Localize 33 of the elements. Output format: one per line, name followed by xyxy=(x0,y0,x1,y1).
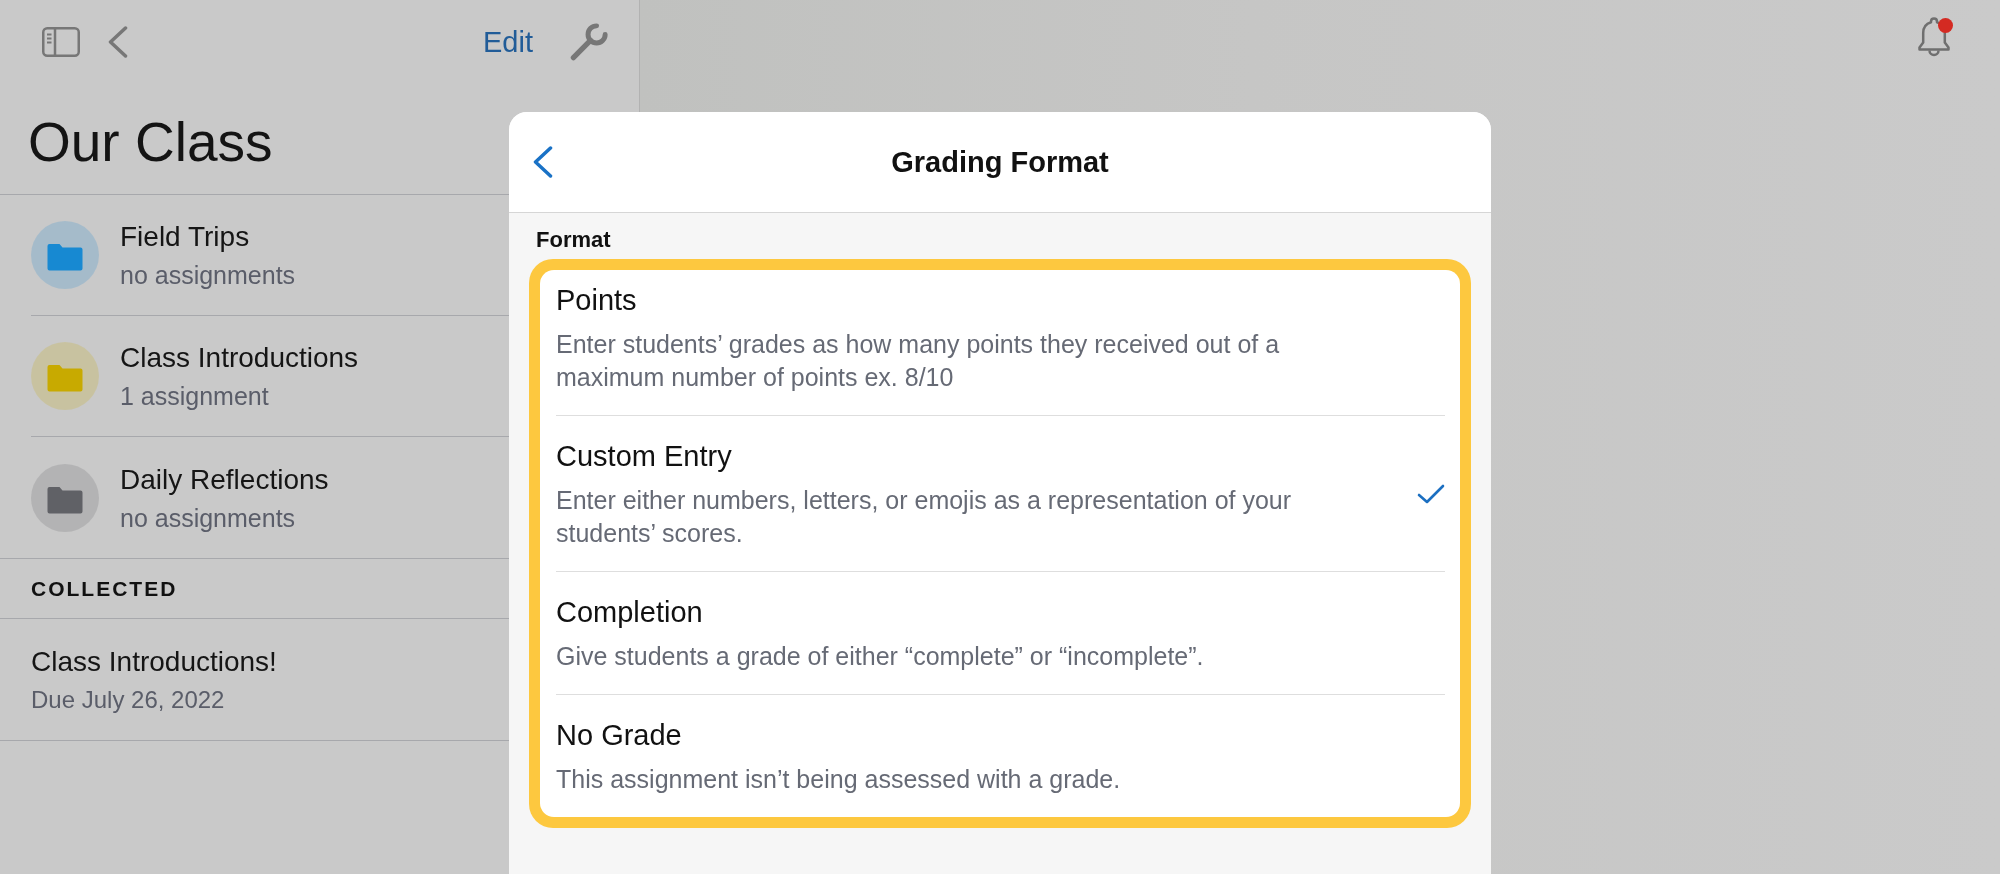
folder-name: Class Introductions xyxy=(120,341,359,375)
option-description: Give students a grade of either “complete” or “incomplete”. xyxy=(556,641,1205,672)
folder-icon xyxy=(31,342,99,410)
option-title: Completion xyxy=(556,595,704,630)
folder-subtitle: no assignments xyxy=(120,502,296,534)
assignment-title: Class Introductions! xyxy=(31,644,277,679)
sidebar-icon[interactable] xyxy=(42,27,80,57)
folder-icon xyxy=(31,463,99,532)
option-description: This assignment isn’t being assessed with a grade. xyxy=(556,764,1122,795)
folder-name: Field Trips xyxy=(120,220,250,254)
option-description: Enter students’ grades as how many points they received out of a maximum number of points ex. 8/10 xyxy=(556,329,1281,393)
section-heading: COLLECTED xyxy=(31,576,178,601)
option-title: Points xyxy=(556,283,638,318)
back-icon[interactable] xyxy=(533,146,553,178)
back-icon[interactable] xyxy=(108,26,128,58)
dialog-title: Grading Format xyxy=(891,145,1109,180)
folder-subtitle: no assignments xyxy=(120,260,296,291)
folder-icon xyxy=(31,221,99,289)
due-date: Due July 26, 2022 xyxy=(31,684,225,715)
edit-button[interactable]: Edit xyxy=(483,24,533,60)
wrench-icon[interactable] xyxy=(570,23,608,61)
format-option[interactable]: Custom Entry Enter either numbers, letters, or emojis as a representation of your students’ scores. xyxy=(556,416,1445,572)
option-description: Enter either numbers, letters, or emojis as a representation of your students’ scores. xyxy=(556,485,1293,549)
folder-subtitle: 1 assignment xyxy=(120,381,269,412)
option-title: No Grade xyxy=(556,718,683,753)
section-label: Format xyxy=(536,227,612,253)
format-option[interactable]: Completion Give students a grade of either “complete” or “incomplete”. xyxy=(556,572,1445,695)
format-option[interactable]: Points Enter students’ grades as how many points they received out of a maximum number of points ex. 8/10 xyxy=(556,270,1445,416)
folder-name: Daily Reflections xyxy=(120,462,329,497)
format-option[interactable]: No Grade This assignment isn’t being assessed with a grade. xyxy=(556,695,1445,817)
checkmark-icon xyxy=(1417,484,1445,504)
option-title: Custom Entry xyxy=(556,439,733,474)
bell-icon[interactable] xyxy=(1916,16,1952,58)
